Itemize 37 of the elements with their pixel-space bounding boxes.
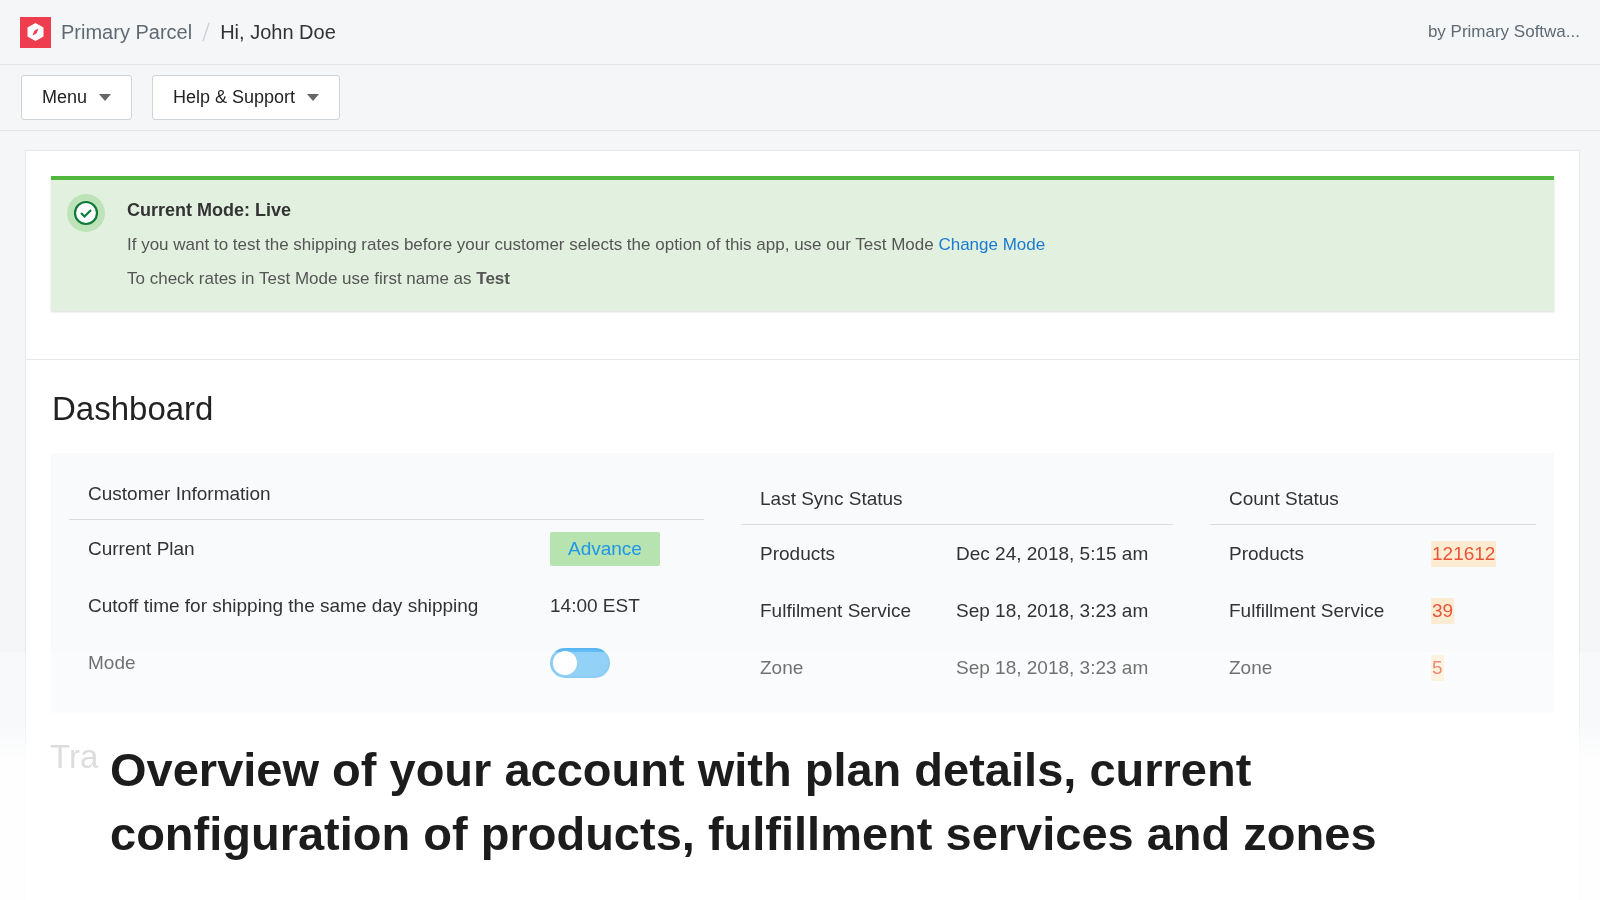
sync-date: Sep 18, 2018, 3:23 am <box>956 599 1150 622</box>
count-value: 5 <box>1431 654 1444 681</box>
app-name: Primary Parcel <box>61 20 193 44</box>
vendor-text: by Primary Softwa... <box>1427 22 1580 42</box>
row-label: Products <box>1229 542 1305 565</box>
row-label: Mode <box>88 651 137 674</box>
plan-badge: Advance <box>550 531 660 566</box>
breadcrumb-separator-icon <box>202 22 211 42</box>
dropdown-button[interactable]: Menu <box>21 75 133 120</box>
row-label: Fulfilment Service <box>760 599 912 622</box>
change-mode-link[interactable]: Change Mode <box>938 235 1046 254</box>
count-value: 39 <box>1431 597 1455 624</box>
row-label: Zone <box>1229 656 1274 679</box>
row-label: Fulfillment Service <box>1229 599 1386 622</box>
value-text: 14:00 EST <box>550 594 641 617</box>
row-label: Cutoff time for shipping the same day shipping <box>88 594 480 617</box>
banner-title: Current Mode: Live <box>127 200 292 221</box>
caret-icon <box>99 94 112 101</box>
row-label: Products <box>760 542 836 565</box>
row-label: Current Plan <box>88 537 196 560</box>
dashboard-title: Dashboard <box>52 390 215 428</box>
count-value: 121612 <box>1431 540 1497 567</box>
caret-icon <box>307 94 320 101</box>
mode-toggle[interactable] <box>550 647 610 678</box>
greeting: Hi, John Doe <box>220 20 336 44</box>
banner-message: If you want to test the shipping rates before your customer selects the option of this app, use our Test Mode Change Mode <box>127 235 1046 255</box>
row-label: Zone <box>760 656 805 679</box>
section-heading: Count Status <box>1210 453 1536 525</box>
check-circle-icon <box>67 194 105 232</box>
sync-date: Dec 24, 2018, 5:15 am <box>956 542 1150 565</box>
section-heading: Last Sync Status <box>741 453 1173 525</box>
sync-date: Sep 18, 2018, 3:23 am <box>956 656 1150 679</box>
banner-hint: To check rates in Test Mode use first name as Test <box>127 269 511 289</box>
dropdown-button[interactable]: Help & Support <box>152 75 341 120</box>
logo-icon <box>20 16 51 48</box>
caption-text: Overview of your account with plan details, current configuration of products, fulfillment services and zones <box>110 742 1378 862</box>
section-heading: Customer Information <box>69 453 704 520</box>
